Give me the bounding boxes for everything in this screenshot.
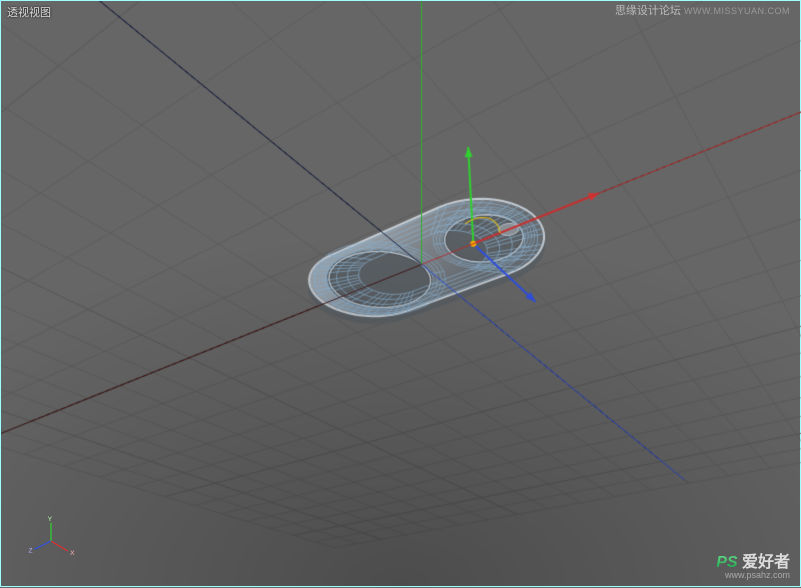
watermark-bottom-love: 爱好者 <box>742 554 790 571</box>
watermark-bottom-ps: PS <box>716 554 737 571</box>
viewport-frame[interactable]: 透视视图 思缘设计论坛 WWW.MISSYUAN.COM PS 爱好者 www.… <box>0 0 801 587</box>
viewport-label: 透视视图 <box>7 4 51 20</box>
watermark-top-line2: WWW.MISSYUAN.COM <box>684 6 790 16</box>
mini-axes-gizmo: X Y Z <box>26 516 76 566</box>
viewport-vignette <box>1 1 800 586</box>
watermark-bottom: PS 爱好者 www.psahz.com <box>716 548 790 580</box>
mini-axis-z <box>34 541 51 549</box>
mini-axis-x <box>51 541 68 551</box>
mini-axis-label-z: Z <box>28 548 32 555</box>
mini-axis-label-x: X <box>70 550 75 557</box>
watermark-bottom-url: www.psahz.com <box>716 570 790 580</box>
mini-axis-label-y: Y <box>48 516 53 523</box>
watermark-top-line1: 思缘设计论坛 <box>615 5 681 17</box>
watermark-top: 思缘设计论坛 WWW.MISSYUAN.COM <box>615 5 790 18</box>
